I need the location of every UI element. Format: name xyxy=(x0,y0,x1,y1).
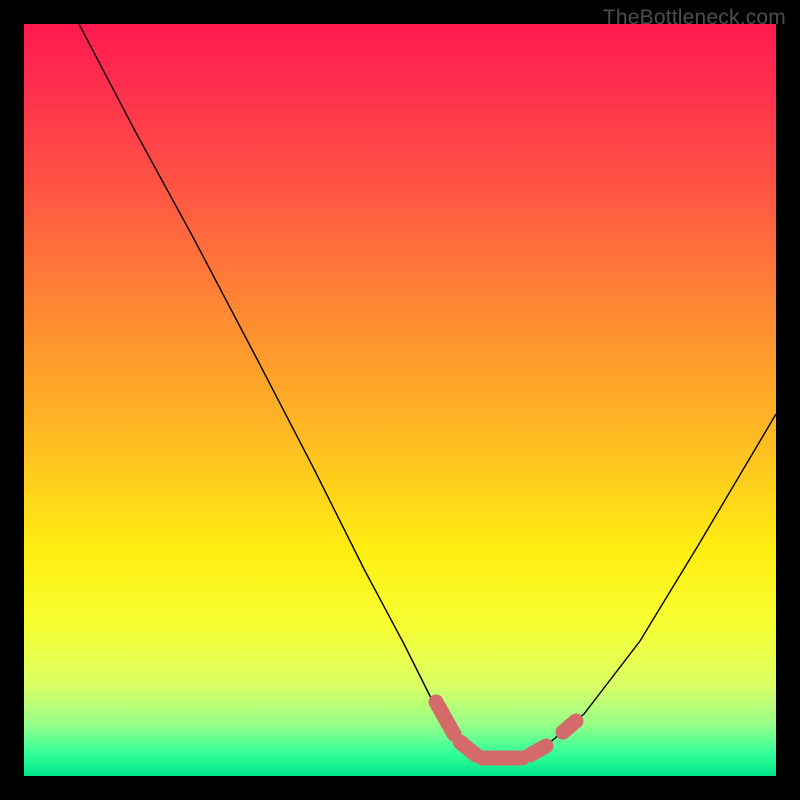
highlight-segment-5 xyxy=(563,721,576,732)
highlight-segment-4 xyxy=(530,746,546,755)
curve-left xyxy=(79,24,776,761)
watermark-text: TheBottleneck.com xyxy=(603,6,786,30)
plot-area xyxy=(24,24,776,776)
highlight-segment-1 xyxy=(436,702,454,734)
highlight-segment-2 xyxy=(460,742,476,755)
chart-svg xyxy=(24,24,776,776)
